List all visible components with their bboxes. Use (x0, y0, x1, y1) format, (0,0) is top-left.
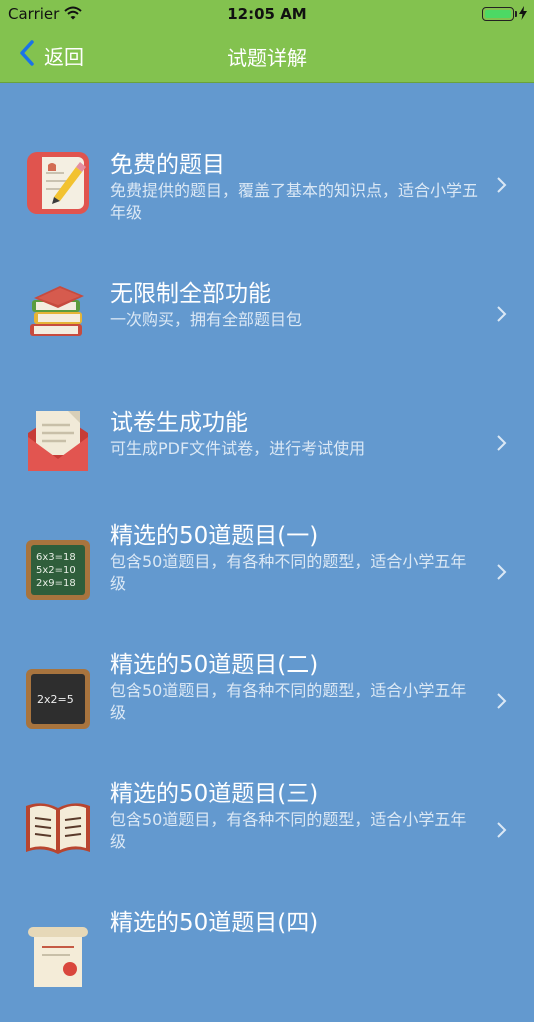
page-title: 试题详解 (227, 46, 307, 70)
chevron-right-icon (494, 433, 510, 453)
chevron-right-icon (494, 175, 510, 195)
navigation-bar: 返回 试题详解 (0, 28, 534, 83)
svg-text:6x3=18: 6x3=18 (36, 552, 76, 563)
list-item-selected-50-four[interactable]: 精选的50道题目(四) (0, 893, 534, 1022)
item-subtitle: 免费提供的题目，覆盖了基本的知识点，适合小学五年级 (110, 181, 479, 222)
list-item-free-questions[interactable]: 免费的题目 免费提供的题目，覆盖了基本的知识点，适合小学五年级 (0, 119, 534, 248)
item-title: 无限制全部功能 (110, 281, 271, 307)
svg-text:2x2=5: 2x2=5 (37, 693, 74, 706)
item-subtitle: 包含50道题目，有各种不同的题型，适合小学五年级 (110, 810, 467, 851)
item-subtitle: 可生成PDF文件试卷，进行考试使用 (110, 439, 366, 458)
item-title: 精选的50道题目(四) (110, 910, 319, 936)
item-subtitle: 包含50道题目，有各种不同的题型，适合小学五年级 (110, 681, 467, 722)
envelope-letter-icon (24, 407, 92, 475)
list-item-selected-50-two[interactable]: 2x2=5 精选的50道题目(二) 包含50道题目，有各种不同的题型，适合小学五… (0, 635, 534, 764)
item-title: 精选的50道题目(三) (110, 781, 319, 807)
open-book-icon (24, 794, 92, 862)
svg-text:2x9=18: 2x9=18 (36, 578, 76, 589)
list-item-selected-50-one[interactable]: 6x3=18 5x2=10 2x9=18 精选的50道题目(一) 包含50道题目… (0, 506, 534, 635)
chalkboard-icon: 2x2=5 (24, 665, 92, 733)
scroll-icon (24, 923, 92, 991)
list-item-unlimited-features[interactable]: 无限制全部功能 一次购买，拥有全部题目包 (0, 248, 534, 377)
chevron-right-icon (494, 691, 510, 711)
item-title: 免费的题目 (110, 152, 225, 178)
svg-text:5x2=10: 5x2=10 (36, 565, 76, 576)
item-title: 精选的50道题目(二) (110, 652, 319, 678)
book-stack-icon (24, 278, 92, 346)
chevron-right-icon (494, 820, 510, 840)
item-title: 精选的50道题目(一) (110, 523, 319, 549)
battery-icon (482, 7, 514, 21)
chevron-right-icon (494, 304, 510, 324)
charging-bolt-icon (519, 6, 527, 24)
chalkboard-multiplication-icon: 6x3=18 5x2=10 2x9=18 (24, 536, 92, 604)
chevron-right-icon (494, 562, 510, 582)
list-item-selected-50-three[interactable]: 精选的50道题目(三) 包含50道题目，有各种不同的题型，适合小学五年级 (0, 764, 534, 893)
list-item-exam-generator[interactable]: 试卷生成功能 可生成PDF文件试卷，进行考试使用 (0, 377, 534, 506)
notebook-pencil-icon (24, 149, 92, 217)
clock: 12:05 AM (227, 5, 307, 23)
item-subtitle: 一次购买，拥有全部题目包 (110, 310, 303, 329)
status-bar: Carrier 12:05 AM (0, 0, 534, 28)
item-subtitle: 包含50道题目，有各种不同的题型，适合小学五年级 (110, 552, 467, 593)
item-title: 试卷生成功能 (110, 410, 248, 436)
